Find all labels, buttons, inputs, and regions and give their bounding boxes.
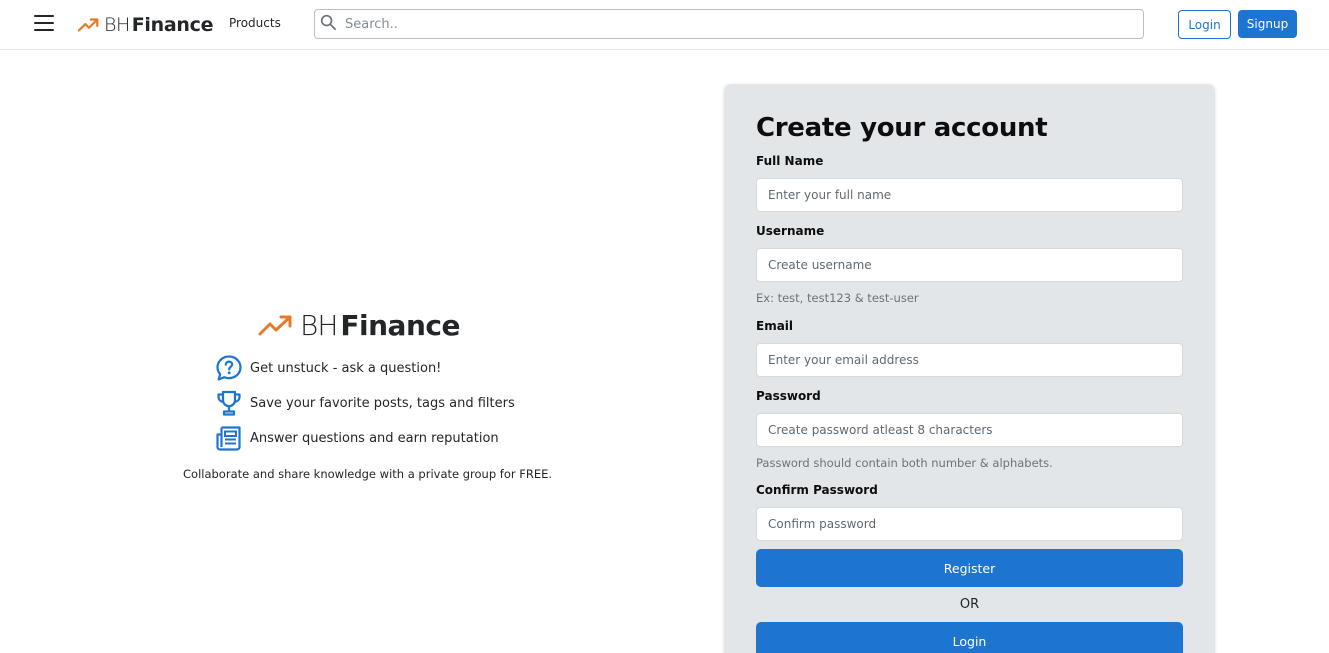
top-navbar: BH Finance Products Login Signup: [0, 0, 1329, 50]
password-hint: Password should contain both number & al…: [756, 456, 1053, 470]
full-name-input[interactable]: [756, 178, 1183, 212]
card-login-button[interactable]: Login: [756, 622, 1183, 653]
full-name-label: Full Name: [756, 154, 824, 168]
form-title: Create your account: [756, 113, 1048, 143]
search-box: [314, 9, 1144, 39]
feature-item: Save your favorite posts, tags and filte…: [215, 389, 515, 417]
feature-item: Answer questions and earn reputation: [215, 424, 499, 452]
trophy-icon: [217, 390, 241, 416]
feature-text: Get unstuck - ask a question!: [250, 360, 442, 376]
promo-tagline: Collaborate and share knowledge with a p…: [183, 467, 553, 481]
signup-button[interactable]: Signup: [1238, 10, 1297, 38]
username-input[interactable]: [756, 248, 1183, 282]
promo-brand-name-bold: Finance: [340, 308, 460, 342]
question-bubble-icon: [216, 355, 242, 381]
username-hint: Ex: test, test123 & test-user: [756, 291, 919, 305]
register-button[interactable]: Register: [756, 549, 1183, 587]
promo-brand-logo: BH Finance: [258, 308, 460, 342]
brand-logo[interactable]: BH Finance: [78, 12, 213, 38]
feature-text: Save your favorite posts, tags and filte…: [250, 395, 515, 411]
trending-up-icon: [258, 315, 292, 336]
email-input[interactable]: [756, 343, 1183, 377]
brand-name-light: BH: [104, 14, 130, 36]
password-input[interactable]: [756, 413, 1183, 447]
newspaper-icon: [216, 426, 241, 451]
nav-products-link[interactable]: Products: [229, 16, 281, 30]
confirm-password-input[interactable]: [756, 507, 1183, 541]
search-icon: [320, 14, 336, 30]
brand-name-bold: Finance: [131, 14, 214, 36]
feature-text: Answer questions and earn reputation: [250, 430, 499, 446]
hamburger-menu-icon[interactable]: [34, 15, 54, 33]
signup-card: Create your account Full Name Username E…: [724, 84, 1215, 653]
username-label: Username: [756, 224, 825, 238]
confirm-password-label: Confirm Password: [756, 483, 878, 497]
or-divider: OR: [959, 597, 980, 612]
promo-brand-name-light: BH: [300, 308, 338, 342]
email-label: Email: [756, 319, 794, 333]
password-label: Password: [756, 389, 821, 403]
search-input[interactable]: [345, 10, 1135, 38]
trending-up-icon: [78, 18, 99, 32]
login-button[interactable]: Login: [1178, 10, 1231, 39]
feature-item: Get unstuck - ask a question!: [215, 354, 441, 382]
